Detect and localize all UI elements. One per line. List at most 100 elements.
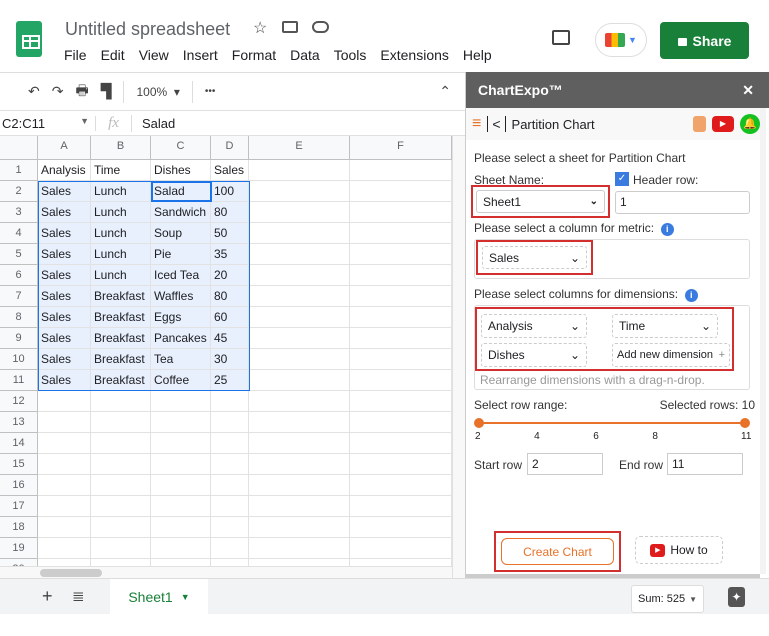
cell[interactable]: 30 (211, 349, 249, 370)
cell[interactable] (151, 517, 211, 538)
cell[interactable] (249, 454, 350, 475)
cell[interactable] (350, 412, 452, 433)
cell[interactable] (249, 223, 350, 244)
cell[interactable] (350, 160, 452, 181)
cell[interactable] (211, 559, 249, 566)
row-header[interactable]: 5 (0, 244, 38, 265)
info-icon[interactable]: i (660, 223, 674, 236)
cell[interactable]: Lunch (91, 202, 151, 223)
row-range-slider[interactable] (478, 422, 746, 424)
cell[interactable] (38, 496, 91, 517)
panel-hscrollbar[interactable] (466, 574, 760, 578)
column-header-e[interactable]: E (249, 136, 350, 160)
panel-vscrollbar[interactable] (760, 108, 766, 574)
column-header-b[interactable]: B (91, 136, 151, 160)
cell[interactable]: Lunch (91, 244, 151, 265)
cell[interactable]: Breakfast (91, 349, 151, 370)
cell[interactable] (249, 391, 350, 412)
row-header[interactable]: 7 (0, 286, 38, 307)
cell[interactable]: Breakfast (91, 286, 151, 307)
collapse-icon[interactable]: ⌃ (439, 83, 451, 100)
cloud-status-icon[interactable] (312, 21, 329, 33)
cell[interactable]: Sales (38, 370, 91, 391)
cell[interactable] (91, 538, 151, 559)
row-header[interactable]: 1 (0, 160, 38, 181)
cell[interactable]: Sales (38, 244, 91, 265)
dimension-select-dishes[interactable]: Dishes ⌄ (481, 343, 587, 367)
cell[interactable] (249, 181, 350, 202)
row-header[interactable]: 12 (0, 391, 38, 412)
slider-end-handle[interactable] (740, 418, 750, 428)
header-row-checkbox[interactable]: ✓ (615, 172, 629, 186)
how-to-button[interactable]: ▶ How to (635, 536, 723, 564)
cell[interactable]: Pie (151, 244, 211, 265)
cell[interactable] (91, 391, 151, 412)
cell[interactable] (249, 412, 350, 433)
add-dimension-button[interactable]: Add new dimension + (612, 343, 730, 367)
cell[interactable] (151, 538, 211, 559)
cell[interactable]: 20 (211, 265, 249, 286)
cell[interactable]: 60 (211, 307, 249, 328)
cell[interactable] (211, 391, 249, 412)
cell[interactable] (249, 307, 350, 328)
cell[interactable]: Sales (38, 307, 91, 328)
cell[interactable] (350, 223, 452, 244)
cell[interactable] (249, 517, 350, 538)
column-header-a[interactable]: A (38, 136, 91, 160)
notification-bell-icon[interactable]: 🔔 (740, 114, 760, 134)
create-chart-button[interactable]: Create Chart (501, 538, 614, 565)
youtube-icon[interactable]: ▶ (712, 116, 734, 132)
cell[interactable] (151, 496, 211, 517)
end-row-input[interactable]: 11 (667, 453, 743, 475)
doc-title[interactable]: Untitled spreadsheet (65, 19, 230, 40)
add-sheet-icon[interactable]: + (42, 586, 53, 607)
cell[interactable] (211, 538, 249, 559)
cell[interactable]: Eggs (151, 307, 211, 328)
cell[interactable] (249, 244, 350, 265)
cell[interactable] (350, 286, 452, 307)
cell[interactable]: Soup (151, 223, 211, 244)
cell[interactable] (91, 475, 151, 496)
share-button[interactable]: Share (660, 22, 749, 59)
start-row-input[interactable]: 2 (527, 453, 603, 475)
row-header[interactable]: 2 (0, 181, 38, 202)
cell[interactable]: Sales (38, 202, 91, 223)
cell[interactable] (350, 517, 452, 538)
cell[interactable]: Sales (38, 328, 91, 349)
cell[interactable]: 80 (211, 286, 249, 307)
cell[interactable] (211, 433, 249, 454)
cell[interactable] (350, 265, 452, 286)
row-header[interactable]: 20 (0, 559, 38, 566)
cell[interactable] (350, 454, 452, 475)
sheet-name-select[interactable]: Sheet1 ⌄ (476, 190, 605, 213)
cell[interactable] (350, 475, 452, 496)
cell[interactable] (91, 559, 151, 566)
cell[interactable] (350, 349, 452, 370)
cell[interactable] (91, 454, 151, 475)
cell[interactable] (151, 412, 211, 433)
cell[interactable] (249, 496, 350, 517)
cell[interactable] (350, 391, 452, 412)
row-header[interactable]: 15 (0, 454, 38, 475)
cell[interactable]: Tea (151, 349, 211, 370)
cell[interactable]: Breakfast (91, 328, 151, 349)
paint-format-icon[interactable]: ▜ (101, 83, 112, 100)
dimension-select-time[interactable]: Time ⌄ (612, 314, 718, 338)
cell[interactable] (38, 412, 91, 433)
zoom-select[interactable]: 100% ▾ (136, 85, 179, 99)
cell[interactable]: Dishes (151, 160, 211, 181)
cell[interactable] (38, 559, 91, 566)
menu-edit[interactable]: Edit (101, 47, 125, 63)
move-folder-icon[interactable] (282, 21, 298, 33)
cell[interactable]: Sales (38, 181, 91, 202)
cell[interactable] (38, 454, 91, 475)
cell[interactable] (249, 538, 350, 559)
hamburger-icon[interactable]: ≡ (472, 115, 481, 133)
cell[interactable] (350, 244, 452, 265)
row-header[interactable]: 10 (0, 349, 38, 370)
menu-file[interactable]: File (64, 47, 87, 63)
menu-extensions[interactable]: Extensions (380, 47, 448, 63)
cell[interactable]: Lunch (91, 223, 151, 244)
cell[interactable] (91, 412, 151, 433)
cell[interactable]: Iced Tea (151, 265, 211, 286)
